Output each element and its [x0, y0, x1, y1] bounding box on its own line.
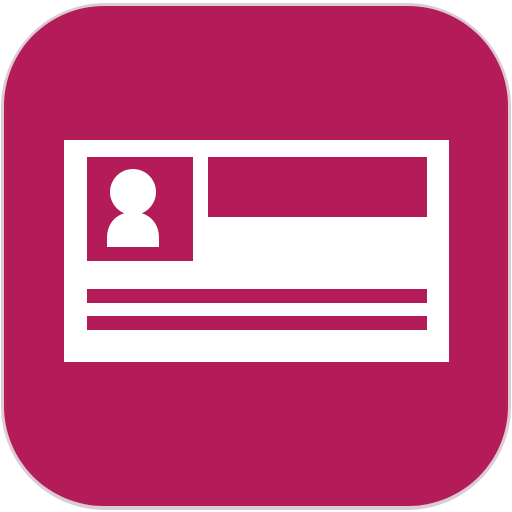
name-bar [208, 157, 427, 217]
app-icon-canvas [0, 0, 512, 512]
detail-line-1 [87, 289, 427, 303]
id-card-icon [1, 3, 511, 510]
person-head [110, 169, 156, 215]
id-card-app-icon[interactable] [0, 0, 512, 512]
detail-line-2 [87, 316, 427, 330]
